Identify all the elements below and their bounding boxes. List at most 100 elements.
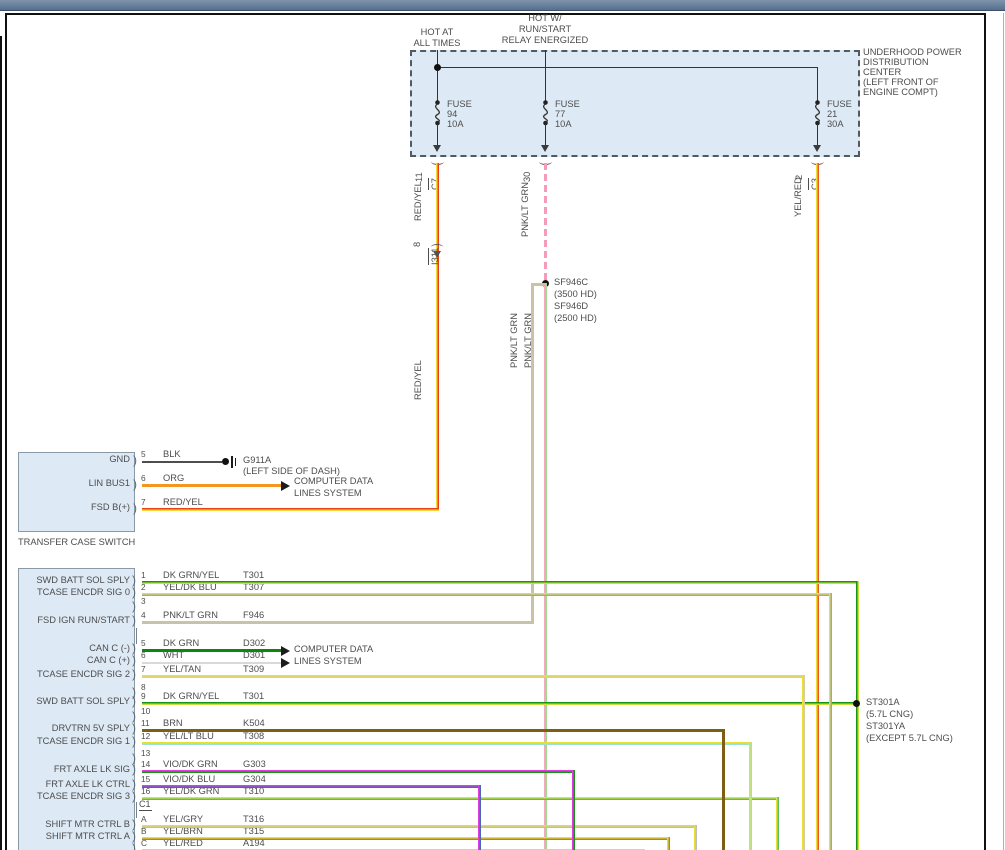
computer-data-label: COMPUTER DATA: [294, 476, 373, 487]
module-pinA-signal: SHIFT MTR CTRL B: [20, 819, 130, 830]
ground-bar-icon: [231, 456, 233, 468]
fuse-77-label: FUSE: [555, 99, 580, 110]
tcs-pin5-num: 5: [141, 450, 146, 459]
wire-label-redyel: RED/YEL: [413, 360, 423, 400]
lines-system-label: LINES SYSTEM: [294, 656, 362, 667]
module-pin5-num: 5: [141, 639, 146, 648]
module-pin4-signal: FSD IGN RUN/START: [20, 615, 130, 626]
module-pin16-num: 16: [141, 787, 150, 796]
fuse-21-label: FUSE: [827, 99, 852, 110]
tcs-pin6-signal: LIN BUS1: [20, 478, 130, 489]
ground-location: (LEFT SIDE OF DASH): [243, 466, 340, 477]
module-conn-c1-label: C1: [139, 800, 152, 811]
wire-yeldkgrn-pin16: [142, 797, 779, 800]
module-pinB-signal: SHIFT MTR CTRL A: [20, 831, 130, 842]
fuse-94-number: 94: [447, 109, 457, 120]
wire-redyel-horizontal: [142, 508, 439, 511]
wire-viodkblu-pin15: [142, 785, 481, 788]
wire-brn-vertical: [722, 729, 725, 850]
module-pin3-num: 3: [141, 597, 146, 606]
module-pinA-num: A: [141, 815, 147, 824]
module-pinA-circuit: T316: [243, 814, 264, 825]
transfer-case-switch-label: TRANSFER CASE SWITCH: [18, 537, 135, 548]
module-pin1-circuit: T301: [243, 570, 264, 581]
ground-icon: [222, 458, 229, 465]
module-pin12-num: 12: [141, 732, 150, 741]
hot-run-start-label3: RELAY ENERGIZED: [485, 35, 605, 46]
offpage-arrow-icon: [281, 646, 290, 656]
splice-sf946-note2: (2500 HD): [554, 313, 597, 324]
fuse-94-symbol: [431, 99, 444, 127]
wire-yeltan-pin7: [142, 675, 805, 678]
wire-pnkltgrn-pin4: [142, 621, 534, 624]
updc-label5: ENGINE COMPT): [863, 87, 938, 98]
fuse-94-output: [437, 124, 438, 146]
feed-wire-fuse77: [545, 50, 546, 102]
fuse-77-amps: 10A: [555, 119, 572, 130]
module-pin2-num: 2: [141, 583, 146, 592]
wire-label-pnkltgrn: PNK/LT GRN: [523, 313, 533, 368]
wire-redyel-vertical: [436, 163, 439, 511]
pin-arc-icon: [133, 502, 137, 514]
wire-label-redyel: RED/YEL: [413, 181, 423, 221]
fuse-94-label: FUSE: [447, 99, 472, 110]
module-pin5-color: DK GRN: [163, 638, 199, 649]
pin-arc-icon: [132, 668, 136, 680]
pin-arc-icon: [132, 586, 136, 598]
module-pin1-num: 1: [141, 571, 146, 580]
wire-yeldkblu-vertical: [829, 593, 832, 850]
page-border-right: [984, 13, 986, 850]
fuse-77-number: 77: [555, 109, 565, 120]
module-pin6-num: 6: [141, 651, 146, 660]
module-pin7-color: YEL/TAN: [163, 664, 201, 675]
module-pin11-num: 11: [141, 719, 150, 728]
module-pin9-circuit: T301: [243, 691, 264, 702]
module-pin13-num: 13: [141, 749, 150, 758]
module-pin15-signal: FRT AXLE LK CTRL: [20, 779, 130, 790]
fuse-21-amps: 30A: [827, 119, 844, 130]
wire-viodkblu-vertical: [478, 785, 481, 850]
fuse-21-number: 21: [827, 109, 837, 120]
module-pin12-circuit: T308: [243, 731, 264, 742]
wire-viodkgrn-vertical: [572, 770, 575, 850]
wire-yelltblu-vertical: [749, 742, 752, 850]
computer-data-label: COMPUTER DATA: [294, 644, 373, 655]
fuse-21-output: [817, 124, 818, 146]
pin-arc-icon: [132, 842, 136, 850]
wire-yelgry-pinA: [142, 825, 697, 828]
ground-bar-icon: [235, 458, 236, 466]
wire-yelbrn-pinB: [142, 837, 670, 840]
hot-at-all-times-label: HOT AT: [387, 27, 487, 38]
wire-label-yelred: YEL/RED: [793, 177, 803, 217]
wire-pnkltgrn-dashed: [544, 163, 547, 283]
module-pin9-color: DK GRN/YEL: [163, 691, 219, 702]
module-pin9-signal: SWD BATT SOL SPLY: [20, 696, 130, 707]
updc-label4: (LEFT FRONT OF: [863, 77, 939, 88]
pin-arc-icon: [132, 722, 136, 734]
module-pin7-num: 7: [141, 665, 146, 674]
window-edge-right: [1003, 13, 1004, 850]
connector-divider: [136, 628, 137, 644]
module-pin4-num: 4: [141, 611, 146, 620]
pin-arc-icon: [132, 654, 136, 666]
arrow-down-icon: [813, 145, 821, 152]
pin-arc-icon: [132, 695, 136, 707]
arrow-down-icon: [541, 145, 549, 152]
wire-wht-pin6: [142, 662, 281, 664]
wire-brn-pin11: [142, 729, 725, 732]
tcs-pin6-num: 6: [141, 474, 146, 483]
wire-label-pnkltgrn: PNK/LT GRN: [509, 313, 519, 368]
module-pin7-circuit: T309: [243, 664, 264, 675]
inline-conn-name: I311: [428, 248, 440, 265]
window-edge-left: [0, 36, 2, 850]
module-pin5-signal: CAN C (-): [20, 643, 130, 654]
splice-sf946-note1: (3500 HD): [554, 289, 597, 300]
module-pin9-num: 9: [141, 692, 146, 701]
wire-yelgry-vertical: [694, 825, 697, 850]
module-pin14-circuit: G303: [243, 759, 266, 770]
module-pin2-signal: TCASE ENCDR SIG 0: [20, 587, 130, 598]
wiring-diagram-viewer: HOT AT ALL TIMES HOT W/ RUN/START RELAY …: [0, 0, 1005, 850]
updc-label1: UNDERHOOD POWER: [863, 47, 962, 58]
module-pinA-color: YEL/GRY: [163, 814, 203, 825]
offpage-arrow-icon: [281, 481, 290, 491]
